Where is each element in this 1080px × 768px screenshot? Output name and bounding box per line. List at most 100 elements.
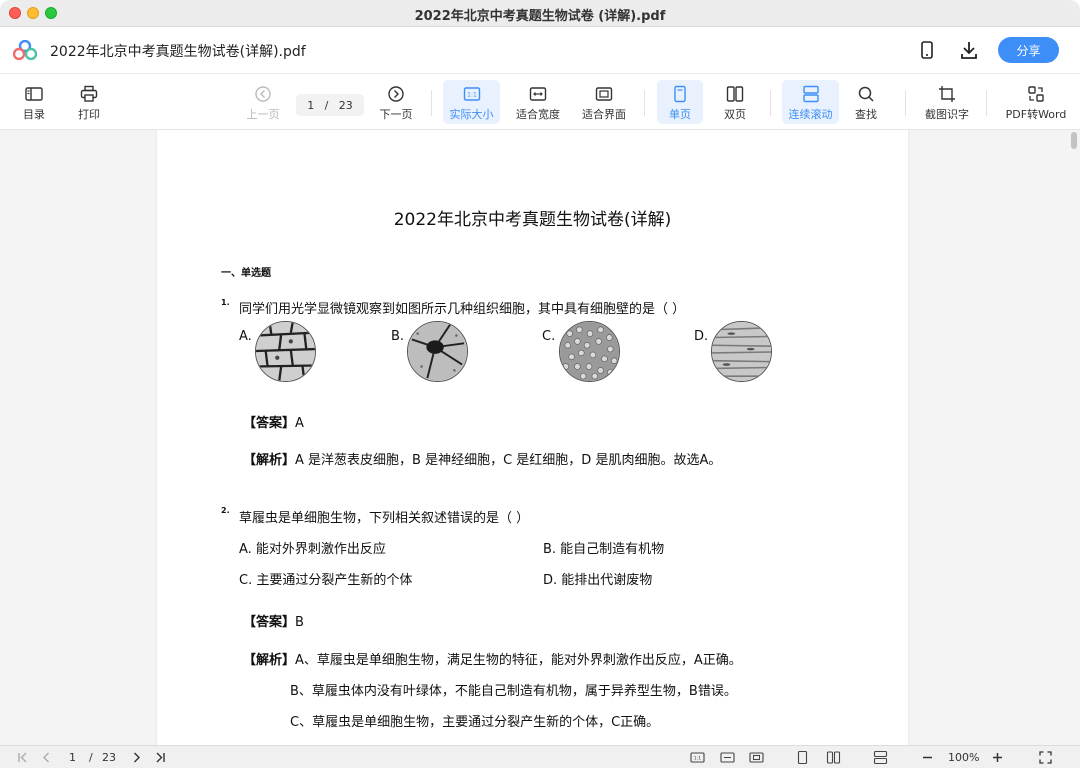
option-label: C. <box>542 329 556 344</box>
continuous-scroll-label: 连续滚动 <box>788 108 833 121</box>
download-icon[interactable] <box>958 39 980 61</box>
single-page-button[interactable]: 单页 <box>657 80 703 124</box>
option-label: D. <box>694 329 709 344</box>
current-page: 1 <box>307 98 315 112</box>
next-page-button[interactable]: 下一页 <box>375 80 417 124</box>
answer-value: B <box>295 615 304 630</box>
first-page-icon[interactable] <box>16 750 31 765</box>
document-name: 2022年北京中考真题生物试卷(详解).pdf <box>50 44 306 60</box>
find-button[interactable]: 查找 <box>845 80 887 124</box>
window-title: 2022年北京中考真题生物试卷 (详解).pdf <box>414 9 666 24</box>
answer-value: A <box>295 416 304 431</box>
option-label: A. 能对外界刺激作出反应 <box>239 542 386 557</box>
search-icon <box>858 86 874 102</box>
status-total-pages: 23 <box>102 751 116 764</box>
chevron-left-icon[interactable] <box>39 750 54 765</box>
toolbar-divider <box>986 90 987 116</box>
share-button[interactable]: 分享 <box>998 37 1059 63</box>
analysis-line: 【解析】A、草履虫是单细胞生物，满足生物的特征，能对外界刺激作出反应，A正确。 <box>243 649 742 668</box>
zoom-level[interactable]: 100% <box>948 750 979 765</box>
toolbar-divider <box>905 90 906 116</box>
question-text: 草履虫是单细胞生物，下列相关叙述错误的是（ ） <box>239 511 530 526</box>
print-label: 打印 <box>78 108 100 121</box>
last-page-icon[interactable] <box>152 750 167 765</box>
analysis-label: 【解析】 <box>243 653 296 668</box>
answer-label: 【答案】 <box>243 416 296 431</box>
continuous-scroll-button[interactable]: 连续滚动 <box>782 80 839 124</box>
red-blood-cell-micrograph <box>559 321 620 382</box>
nerve-cell-micrograph <box>407 321 468 382</box>
option-label: B. <box>391 329 405 344</box>
actual-size-icon[interactable]: 1:1 <box>690 750 705 765</box>
question-number: 2. <box>221 506 230 515</box>
document-viewport[interactable]: 2022年北京中考真题生物试卷(详解) 一、单选题 1. 同学们用光学显微镜观察… <box>0 130 1080 745</box>
pdf-to-word-label: PDF转Word <box>1005 108 1067 121</box>
actual-size-label: 实际大小 <box>449 108 494 121</box>
app-header: 2022年北京中考真题生物试卷(详解).pdf 分享 <box>0 27 1080 74</box>
scrollbar-thumb[interactable] <box>1071 132 1077 149</box>
fullscreen-icon[interactable] <box>1038 750 1053 765</box>
single-page-label: 单页 <box>669 108 691 121</box>
double-page-label: 双页 <box>724 108 746 121</box>
status-page-separator: / <box>89 751 93 764</box>
crop-icon <box>939 86 955 102</box>
chevron-right-icon[interactable] <box>129 750 144 765</box>
onion-cell-micrograph <box>255 321 316 382</box>
single-page-icon[interactable] <box>795 750 810 765</box>
ocr-button[interactable]: 截图识字 <box>920 80 974 124</box>
status-current-page[interactable]: 1 <box>69 750 76 765</box>
page-number-input[interactable]: 1 / 23 <box>296 94 364 116</box>
mobile-icon[interactable] <box>916 39 938 61</box>
continuous-scroll-icon <box>802 85 819 103</box>
zoom-in-icon[interactable] <box>990 750 1005 765</box>
app-logo-icon <box>13 40 37 60</box>
ocr-label: 截图识字 <box>925 108 969 121</box>
analysis-label: 【解析】 <box>243 453 296 468</box>
option-label: C. 主要通过分裂产生新的个体 <box>239 573 413 588</box>
analysis-text: C、草履虫是单细胞生物，主要通过分裂产生新的个体，C正确。 <box>290 715 660 730</box>
toc-button[interactable]: 目录 <box>14 80 54 124</box>
fit-page-icon <box>595 87 613 101</box>
window-titlebar: 2022年北京中考真题生物试卷 (详解).pdf <box>0 0 1080 27</box>
chevron-right-circle-icon <box>388 86 404 102</box>
option-label: D. 能排出代谢废物 <box>543 573 653 588</box>
print-button[interactable]: 打印 <box>69 80 109 124</box>
printer-icon <box>80 85 98 102</box>
toolbar-divider <box>431 90 432 116</box>
fit-page-icon[interactable] <box>749 750 764 765</box>
chevron-left-circle-icon <box>255 86 271 102</box>
actual-size-icon: 1:1 <box>463 87 480 101</box>
double-page-icon[interactable] <box>826 750 841 765</box>
fit-width-label: 适合宽度 <box>516 108 560 121</box>
svg-text:1:1: 1:1 <box>694 756 701 762</box>
double-page-button[interactable]: 双页 <box>712 80 758 124</box>
question-number: 1. <box>221 298 230 307</box>
fit-width-icon <box>529 87 547 101</box>
pdf-page: 2022年北京中考真题生物试卷(详解) 一、单选题 1. 同学们用光学显微镜观察… <box>157 130 908 745</box>
fit-width-button[interactable]: 适合宽度 <box>511 80 565 124</box>
answer-line: 【答案】A <box>243 412 304 431</box>
vertical-scrollbar[interactable] <box>1068 130 1080 745</box>
find-label: 查找 <box>855 108 877 121</box>
page-separator: / <box>324 98 329 112</box>
pdf-to-word-button[interactable]: PDF转Word <box>1000 80 1072 124</box>
actual-size-button[interactable]: 1:1 实际大小 <box>443 80 500 124</box>
toc-icon <box>25 87 43 101</box>
question-text: 同学们用光学显微镜观察到如图所示几种组织细胞，其中具有细胞壁的是（ ） <box>239 302 686 317</box>
zoom-out-icon[interactable] <box>920 750 935 765</box>
total-pages: 23 <box>338 98 353 112</box>
prev-page-button[interactable]: 上一页 <box>242 80 284 124</box>
toolbar-divider <box>644 90 645 116</box>
double-page-icon <box>726 86 744 102</box>
svg-text:1:1: 1:1 <box>467 92 477 99</box>
analysis-text: A、草履虫是单细胞生物，满足生物的特征，能对外界刺激作出反应，A正确。 <box>295 653 742 668</box>
fit-page-button[interactable]: 适合界面 <box>577 80 631 124</box>
muscle-cell-micrograph <box>711 321 772 382</box>
fit-page-label: 适合界面 <box>582 108 626 121</box>
status-bar: 1 / 23 1:1 100% <box>0 745 1080 768</box>
continuous-scroll-icon[interactable] <box>873 750 888 765</box>
analysis-text: B、草履虫体内没有叶绿体，不能自己制造有机物，属于异养型生物，B错误。 <box>290 684 737 699</box>
analysis-text: A 是洋葱表皮细胞，B 是神经细胞，C 是红细胞，D 是肌肉细胞。故选A。 <box>295 453 722 468</box>
option-label: B. 能自己制造有机物 <box>543 542 665 557</box>
fit-width-icon[interactable] <box>720 750 735 765</box>
